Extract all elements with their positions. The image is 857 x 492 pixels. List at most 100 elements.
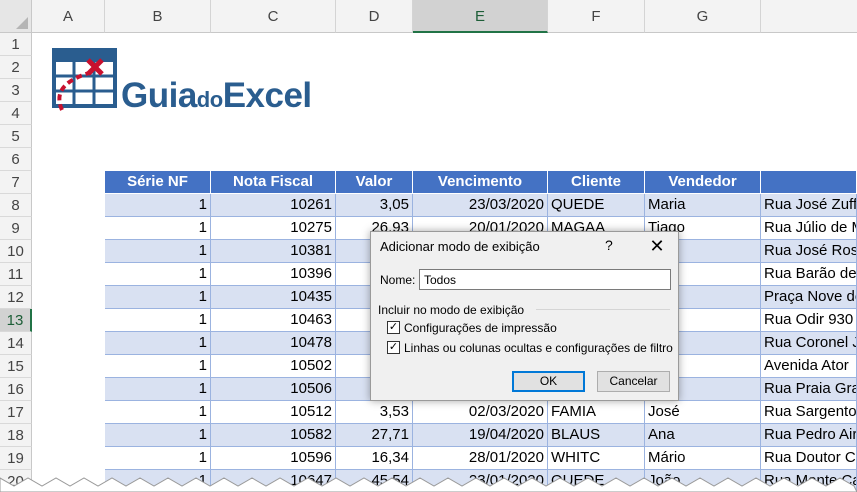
table-cell[interactable]: Rua Odir 930 [761,309,857,332]
hidden-rows-filter-checkbox[interactable]: ✓ [387,341,400,354]
column-header-f[interactable]: F [548,0,645,33]
table-cell[interactable]: 10502 [211,355,336,378]
table-cell[interactable]: 1 [105,217,211,240]
table-header-cell[interactable]: Valor [336,171,413,194]
column-header-e[interactable]: E [413,0,548,33]
table-header-cell[interactable]: Nota Fiscal [211,171,336,194]
row-header[interactable]: 1 [0,33,32,56]
logo-text-excel: Excel [222,76,312,115]
print-settings-label[interactable]: Configurações de impressão [404,321,557,335]
table-cell[interactable]: Rua Barão de [761,263,857,286]
row-header[interactable]: 4 [0,102,32,125]
table-cell[interactable]: Avenida Ator [761,355,857,378]
table-cell[interactable]: Rua Sargento [761,401,857,424]
row-header[interactable]: 2 [0,56,32,79]
table-cell[interactable]: 16,34 [336,447,413,470]
table-cell[interactable]: 10463 [211,309,336,332]
table-cell[interactable]: 1 [105,309,211,332]
table-cell[interactable]: WHITC [548,447,645,470]
row-header[interactable]: 8 [0,194,32,217]
table-cell[interactable]: 19/04/2020 [413,424,548,447]
table-cell[interactable]: 1 [105,378,211,401]
table-cell[interactable]: Maria [645,194,761,217]
row-header[interactable]: 5 [0,125,32,148]
row-header[interactable]: 19 [0,447,32,470]
table-cell[interactable]: 10381 [211,240,336,263]
table-cell[interactable]: 10596 [211,447,336,470]
cancel-button[interactable]: Cancelar [597,371,670,392]
row-header[interactable]: 13 [0,309,32,332]
row-header[interactable]: 11 [0,263,32,286]
row-header[interactable]: 6 [0,148,32,171]
table-header-cell[interactable] [761,171,857,194]
table-cell[interactable]: Rua Júlio de M [761,217,857,240]
table-cell[interactable]: 10261 [211,194,336,217]
ok-button[interactable]: OK [512,371,585,392]
group-separator [536,309,670,310]
table-cell[interactable]: Rua Praia Gra [761,378,857,401]
row-header[interactable]: 16 [0,378,32,401]
print-settings-checkbox[interactable]: ✓ [387,321,400,334]
row-header[interactable]: 3 [0,79,32,102]
row-header[interactable]: 10 [0,240,32,263]
table-cell[interactable]: 23/03/2020 [413,194,548,217]
table-cell[interactable]: 1 [105,263,211,286]
table-cell[interactable]: 1 [105,286,211,309]
table-header-cell[interactable]: Vencimento [413,171,548,194]
table-header-cell[interactable]: Vendedor [645,171,761,194]
table-cell[interactable]: Rua Pedro Air [761,424,857,447]
table-cell[interactable]: 10435 [211,286,336,309]
help-button[interactable]: ? [605,237,613,253]
table-cell[interactable]: FAMIA [548,401,645,424]
table-cell[interactable]: QUEDE [548,194,645,217]
table-cell[interactable]: Rua Coronel J [761,332,857,355]
table-cell[interactable]: 1 [105,401,211,424]
table-cell[interactable]: 10512 [211,401,336,424]
row-header[interactable]: 17 [0,401,32,424]
column-header-h[interactable] [761,0,857,33]
table-cell[interactable]: 3,53 [336,401,413,424]
table-cell[interactable]: 10478 [211,332,336,355]
hidden-rows-filter-label[interactable]: Linhas ou colunas ocultas e configuraçõe… [404,341,673,355]
close-button[interactable]: ✕ [642,233,672,259]
table-cell[interactable]: 1 [105,332,211,355]
table-cell[interactable]: 10582 [211,424,336,447]
table-cell[interactable]: 27,71 [336,424,413,447]
table-cell[interactable]: 1 [105,240,211,263]
column-header-c[interactable]: C [211,0,336,33]
table-cell[interactable]: Rua José Rosa [761,240,857,263]
include-group-label: Incluir no modo de exibição [378,303,525,317]
row-header[interactable]: 14 [0,332,32,355]
table-cell[interactable]: 28/01/2020 [413,447,548,470]
table-cell[interactable]: José [645,401,761,424]
table-cell[interactable]: 3,05 [336,194,413,217]
table-header-cell[interactable]: Série NF [105,171,211,194]
table-cell[interactable]: Rua Doutor C [761,447,857,470]
column-header-b[interactable]: B [105,0,211,33]
row-header[interactable]: 18 [0,424,32,447]
column-header-d[interactable]: D [336,0,413,33]
select-all-corner[interactable] [0,0,32,33]
table-cell[interactable]: 10506 [211,378,336,401]
row-header[interactable]: 15 [0,355,32,378]
column-header-g[interactable]: G [645,0,761,33]
table-cell[interactable]: 1 [105,424,211,447]
row-header[interactable]: 9 [0,217,32,240]
row-header[interactable]: 7 [0,171,32,194]
table-cell[interactable]: Rua José Zuffo [761,194,857,217]
table-cell[interactable]: BLAUS [548,424,645,447]
column-header-a[interactable]: A [32,0,105,33]
table-cell[interactable]: 10396 [211,263,336,286]
table-cell[interactable]: Ana [645,424,761,447]
table-cell[interactable]: Mário [645,447,761,470]
name-input[interactable] [419,269,671,290]
row-header[interactable]: 12 [0,286,32,309]
table-cell[interactable]: 1 [105,355,211,378]
table-cell[interactable]: 10275 [211,217,336,240]
table-cell[interactable]: 1 [105,194,211,217]
table-cell[interactable]: 1 [105,447,211,470]
table-header-cell[interactable]: Cliente [548,171,645,194]
table-cell[interactable]: Praça Nove de [761,286,857,309]
table-cell[interactable]: 02/03/2020 [413,401,548,424]
dialog-title: Adicionar modo de exibição [380,239,540,254]
